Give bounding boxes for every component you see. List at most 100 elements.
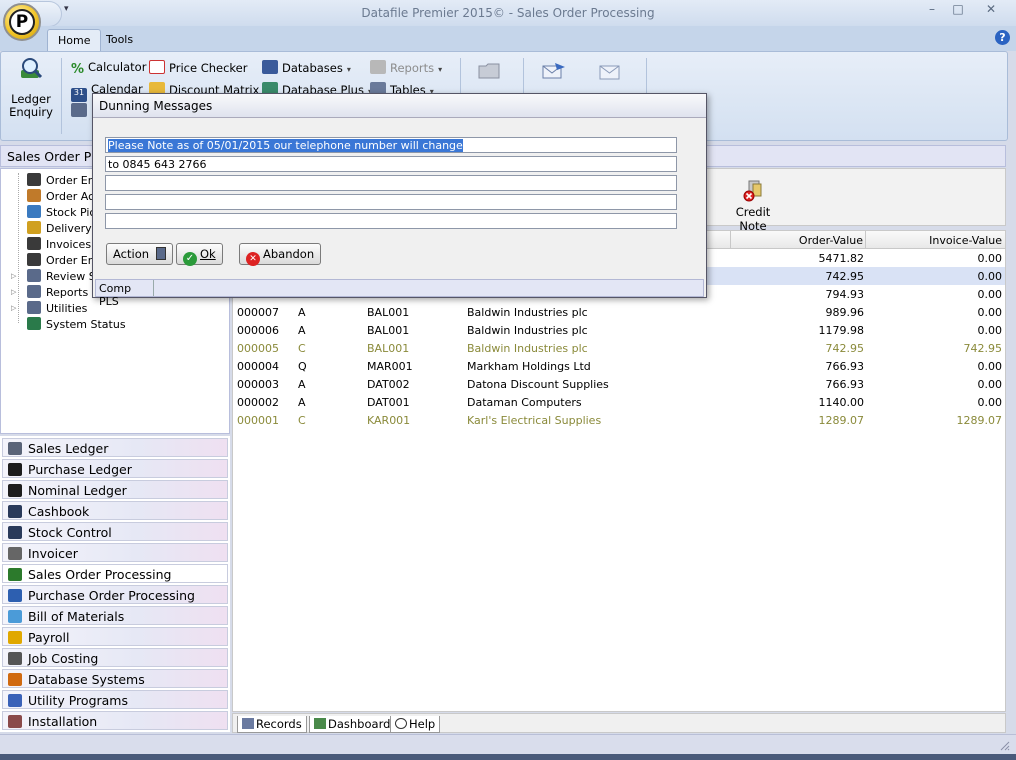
tree-connector	[18, 173, 19, 323]
module-purchase-order-processing[interactable]: Purchase Order Processing	[2, 585, 228, 604]
module-purchase-ledger[interactable]: Purchase Ledger	[2, 459, 228, 478]
module-job-costing[interactable]: Job Costing	[2, 648, 228, 667]
cell-order-value: 5471.82	[818, 252, 865, 265]
databases-button[interactable]: Databases ▾	[262, 60, 351, 75]
module-icon	[8, 442, 22, 455]
tab-help-label: Help	[409, 717, 436, 731]
cell-invoice-value: 0.00	[977, 378, 1003, 391]
cell-name: Baldwin Industries plc	[467, 342, 588, 355]
person-icon	[27, 173, 41, 186]
order-value-header[interactable]: Order-Value	[733, 234, 863, 247]
table-row[interactable]: 000005 C BAL001 Baldwin Industries plc 742.9…	[233, 339, 1005, 357]
cell-account: BAL001	[367, 306, 410, 319]
person-icon	[27, 253, 41, 266]
module-label: Nominal Ledger	[28, 483, 127, 498]
module-label: Purchase Order Processing	[28, 588, 195, 603]
table-row[interactable]: 000004 Q MAR001 Markham Holdings Ltd 766.93 0…	[233, 357, 1005, 375]
cell-status: C	[298, 414, 306, 427]
tree-item-label: System Status	[46, 318, 126, 331]
credit-note-button[interactable]: Credit Note	[723, 179, 783, 233]
ledger-enquiry-button[interactable]: Ledger Enquiry	[9, 56, 53, 119]
cell-name: Dataman Computers	[467, 396, 582, 409]
close-button[interactable]: ✕	[977, 2, 1005, 20]
tab-help[interactable]: Help	[390, 716, 441, 733]
checkmark-icon: ✓	[183, 252, 197, 266]
action-button-label: Action	[113, 247, 150, 261]
table-row[interactable]: 000003 A DAT002 Datona Discount Supplies 766…	[233, 375, 1005, 393]
message-line-3[interactable]	[105, 175, 677, 191]
cell-order: 000007	[237, 306, 279, 319]
dialog-title: Dunning Messages	[93, 94, 706, 118]
expand-arrow-icon[interactable]: ▷	[11, 288, 16, 296]
app-logo-letter: P	[9, 9, 35, 35]
module-sales-ledger[interactable]: Sales Ledger	[2, 438, 228, 457]
module-invoicer[interactable]: Invoicer	[2, 543, 228, 562]
module-sales-order-processing[interactable]: Sales Order Processing	[2, 564, 228, 583]
message-line-2[interactable]: to 0845 643 2766	[105, 156, 677, 172]
module-utility-programs[interactable]: Utility Programs	[2, 690, 228, 709]
message-line-1[interactable]: Please Note as of 05/01/2015 our telepho…	[105, 137, 677, 153]
module-label: Invoicer	[28, 546, 78, 561]
help-icon[interactable]: ?	[995, 30, 1010, 45]
cell-status: A	[298, 378, 306, 391]
module-list: Sales Ledger Purchase Ledger Nominal Ledge…	[0, 436, 230, 732]
folder-button[interactable]	[477, 61, 501, 84]
module-installation[interactable]: Installation	[2, 711, 228, 730]
expand-arrow-icon[interactable]: ▷	[11, 272, 16, 280]
calculator-button[interactable]: % Calculator	[71, 60, 147, 77]
cell-account: BAL001	[367, 342, 410, 355]
module-label: Stock Control	[28, 525, 112, 540]
module-payroll[interactable]: Payroll	[2, 627, 228, 646]
dunning-messages-dialog: Dunning Messages Please Note as of 05/01…	[92, 93, 707, 308]
module-icon	[8, 673, 22, 686]
cell-order: 000002	[237, 396, 279, 409]
abandon-button[interactable]: ✕ Abandon	[239, 243, 322, 266]
ribbon-extra-button[interactable]	[71, 103, 91, 118]
tab-tools[interactable]: Tools	[96, 29, 143, 51]
cell-status: A	[298, 396, 306, 409]
price-checker-button[interactable]: Price Checker	[149, 60, 247, 75]
message-line-5[interactable]	[105, 213, 677, 229]
cell-invoice-value: 742.95	[963, 342, 1003, 355]
calculator-label: Calculator	[88, 60, 147, 74]
maximize-button[interactable]: □	[944, 2, 972, 20]
tree-item-label: Invoices	[46, 238, 92, 251]
module-bill-of-materials[interactable]: Bill of Materials	[2, 606, 228, 625]
module-label: Utility Programs	[28, 693, 128, 708]
list-icon	[27, 301, 41, 314]
minimize-button[interactable]: –	[918, 2, 946, 20]
cell-account: MAR001	[367, 360, 413, 373]
tab-home[interactable]: Home	[47, 29, 102, 51]
table-row[interactable]: 000006 A BAL001 Baldwin Industries plc 1179.…	[233, 321, 1005, 339]
cell-order-value: 742.95	[825, 342, 865, 355]
window-title: Datafile Premier 2015© - Sales Order Pro…	[361, 6, 655, 20]
cell-name: Baldwin Industries plc	[467, 306, 588, 319]
table-row[interactable]: 000007 A BAL001 Baldwin Industries plc 989.9…	[233, 303, 1005, 321]
reports-button[interactable]: Reports ▾	[370, 60, 442, 75]
table-row[interactable]: 000001 C KAR001 Karl's Electrical Supplies 1…	[233, 411, 1005, 429]
module-cashbook[interactable]: Cashbook	[2, 501, 228, 520]
module-stock-control[interactable]: Stock Control	[2, 522, 228, 541]
send-mail-button[interactable]	[541, 61, 567, 84]
title-bar: P ▾ Datafile Premier 2015© - Sales Order…	[0, 0, 1016, 41]
ribbon-tab-bar: Home Tools ?	[0, 26, 1016, 51]
table-row[interactable]: 000002 A DAT001 Dataman Computers 1140.00 0.0…	[233, 393, 1005, 411]
app-menu-button[interactable]: P	[3, 3, 41, 41]
module-database-systems[interactable]: Database Systems	[2, 669, 228, 688]
resize-grip-icon[interactable]	[998, 739, 1010, 751]
module-icon	[8, 526, 22, 539]
tab-records[interactable]: Records	[237, 716, 307, 733]
databases-label: Databases	[282, 61, 343, 75]
expand-arrow-icon[interactable]: ▷	[11, 304, 16, 312]
mail-button[interactable]	[598, 61, 622, 84]
action-button[interactable]: Action	[106, 243, 173, 265]
cell-invoice-value: 0.00	[977, 288, 1003, 301]
tab-dashboard[interactable]: Dashboard	[309, 716, 396, 733]
database-icon	[262, 60, 278, 74]
message-line-4[interactable]	[105, 194, 677, 210]
ok-button[interactable]: ✓ Ok	[176, 243, 223, 266]
status-bar	[0, 734, 1016, 754]
module-nominal-ledger[interactable]: Nominal Ledger	[2, 480, 228, 499]
invoice-value-header[interactable]: Invoice-Value	[868, 234, 1002, 247]
cell-account: BAL001	[367, 324, 410, 337]
